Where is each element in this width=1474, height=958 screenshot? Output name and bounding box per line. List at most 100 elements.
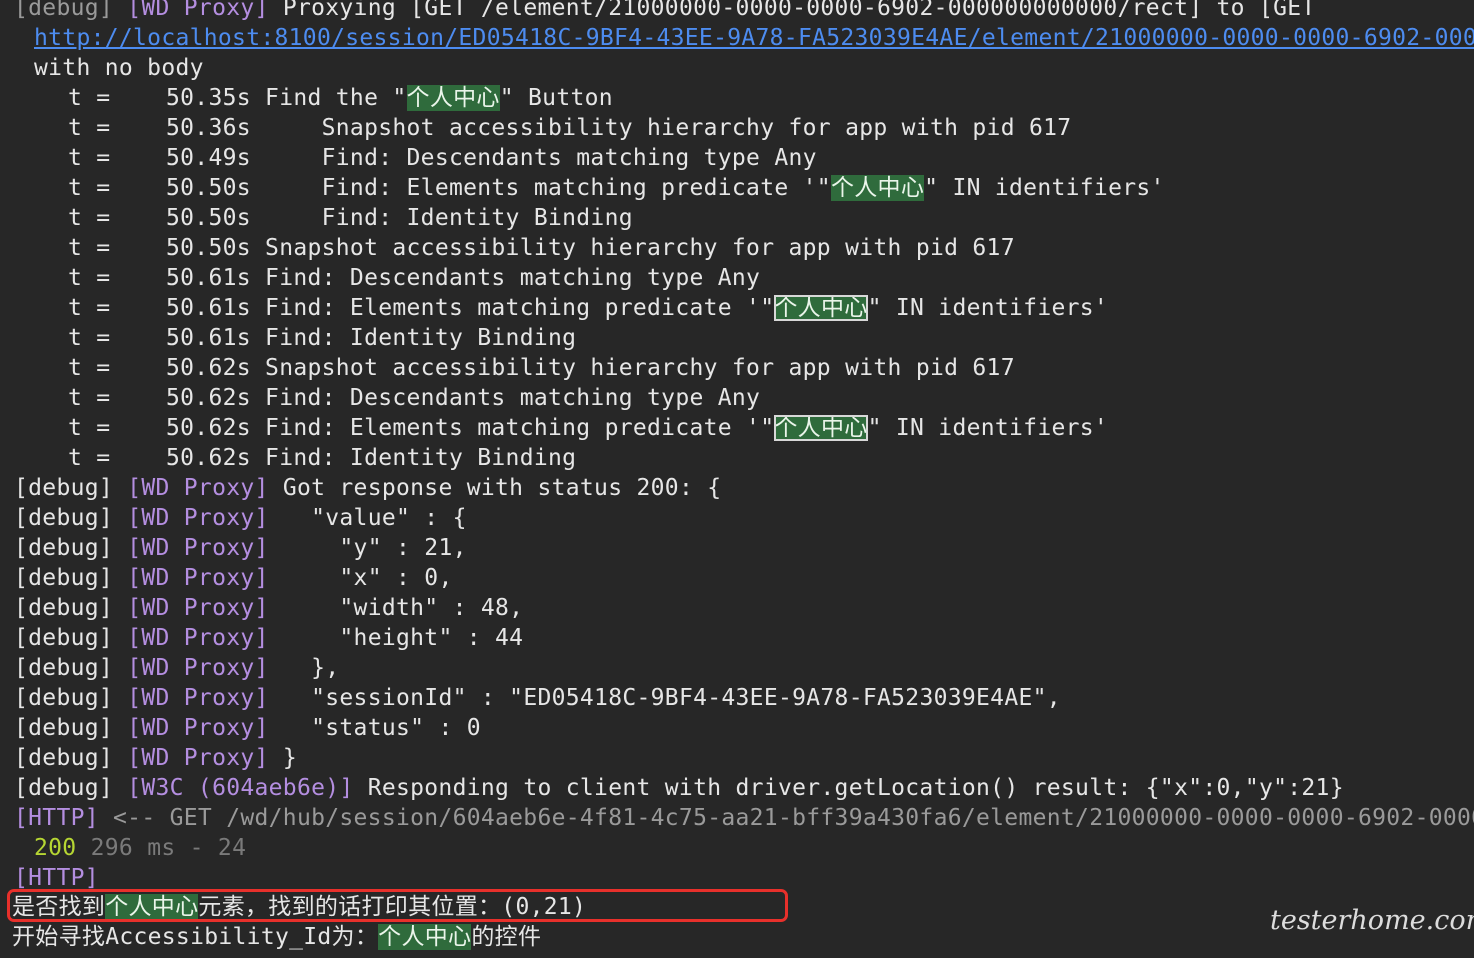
trace-line: t = 50.62s Snapshot accessibility hierarc…	[68, 353, 1015, 383]
trace-label: t =	[68, 115, 111, 141]
trace-text: Find: Descendants matching type Any	[265, 385, 761, 411]
trace-spacer	[251, 385, 265, 411]
log-line-http-tag: [HTTP]	[14, 863, 99, 893]
trace-text-suffix: " IN identifiers'	[867, 295, 1109, 321]
trace-spacer	[251, 355, 265, 381]
trace-time: 50.62s	[166, 445, 251, 471]
response-line: [debug] [WD Proxy] }	[14, 743, 297, 773]
w3c-response-text: Responding to client with driver.getLoca…	[353, 775, 1344, 801]
response-text: },	[268, 655, 340, 681]
response-line: [debug] [WD Proxy] "x" : 0,	[14, 563, 453, 593]
trace-text: Find: Identity Binding	[321, 205, 633, 231]
wd-proxy-tag: [WD Proxy]	[127, 745, 269, 771]
trace-label: t =	[68, 355, 111, 381]
response-line: [debug] [WD Proxy] "value" : {	[14, 503, 467, 533]
trace-highlight: 个人中心	[774, 415, 868, 441]
trace-label: t =	[68, 235, 111, 261]
trace-spacer	[251, 445, 265, 471]
result-highlight: 个人中心	[105, 894, 199, 920]
trace-time: 50.61s	[166, 265, 251, 291]
debug-tag: [debug]	[14, 625, 114, 651]
http-request-text: <-- GET /wd/hub/session/604aeb6e-4f81-4c…	[113, 805, 1474, 831]
trace-line: t = 50.50s Snapshot accessibility hierarc…	[68, 233, 1015, 263]
trace-spacer	[251, 205, 322, 231]
trace-time: 50.62s	[166, 415, 251, 441]
http-status-code: 200	[34, 835, 77, 861]
wd-proxy-tag: [WD Proxy]	[127, 0, 269, 21]
next-suffix: 的控件	[471, 924, 542, 950]
response-text: "y" : 21,	[268, 535, 467, 561]
trace-text: Snapshot accessibility hierarchy for app…	[321, 115, 1072, 141]
http-tag: [HTTP]	[14, 865, 99, 891]
trace-line: t = 50.61s Find: Descendants matching typ…	[68, 263, 760, 293]
wd-proxy-tag: [WD Proxy]	[127, 655, 269, 681]
response-line: [debug] [WD Proxy] "sessionId" : "ED0541…	[14, 683, 1061, 713]
proxy-url-link[interactable]: http://localhost:8100/session/ED05418C-9…	[34, 25, 1474, 51]
trace-spacer	[251, 235, 265, 261]
debug-tag: [debug]	[14, 715, 114, 741]
trace-label: t =	[68, 325, 111, 351]
trace-label: t =	[68, 145, 111, 171]
trace-time: 50.50s	[166, 205, 251, 231]
debug-tag: [debug]	[14, 475, 114, 501]
trace-line: t = 50.49s Find: Descendants matching typ…	[68, 143, 817, 173]
response-text: "x" : 0,	[268, 565, 453, 591]
debug-tag: [debug]	[14, 745, 114, 771]
trace-time: 50.50s	[166, 175, 251, 201]
debug-tag: [debug]	[14, 595, 114, 621]
trace-time: 50.35s	[166, 85, 251, 111]
debug-tag: [debug]	[14, 775, 114, 801]
trace-text: Find: Descendants matching type Any	[321, 145, 817, 171]
trace-highlight: 个人中心	[774, 295, 868, 321]
testerhome-watermark: testerhome.com	[1270, 905, 1474, 936]
response-line: [debug] [WD Proxy] "height" : 44	[14, 623, 523, 653]
trace-text: Find: Elements matching predicate '"	[265, 295, 775, 321]
trace-line: t = 50.62s Find: Elements matching predic…	[68, 413, 1108, 443]
trace-time: 50.61s	[166, 295, 251, 321]
trace-label: t =	[68, 415, 111, 441]
wd-proxy-tag: [WD Proxy]	[127, 715, 269, 741]
wd-proxy-tag: [WD Proxy]	[127, 595, 269, 621]
trace-text-suffix: " IN identifiers'	[924, 175, 1165, 201]
debug-tag: [debug]	[14, 0, 128, 21]
trace-text: Snapshot accessibility hierarchy for app…	[265, 355, 1015, 381]
trace-label: t =	[68, 85, 111, 111]
trace-spacer	[251, 415, 265, 441]
debug-tag: [debug]	[14, 655, 114, 681]
wd-proxy-tag: [WD Proxy]	[127, 625, 269, 651]
wd-proxy-tag: [WD Proxy]	[127, 565, 269, 591]
trace-text: Find the "	[265, 85, 407, 111]
proxy-request-text: Proxying [GET /element/21000000-0000-000…	[268, 0, 1316, 21]
trace-spacer	[251, 175, 322, 201]
trace-line: t = 50.35s Find the "个人中心" Button	[68, 83, 613, 113]
http-tag: [HTTP]	[14, 805, 99, 831]
trace-time: 50.62s	[166, 385, 251, 411]
wd-proxy-tag: [WD Proxy]	[127, 505, 269, 531]
trace-text: Snapshot accessibility hierarchy for app…	[265, 235, 1015, 261]
debug-tag: [debug]	[14, 505, 114, 531]
trace-line: t = 50.61s Find: Elements matching predic…	[68, 293, 1108, 323]
trace-label: t =	[68, 205, 111, 231]
wd-proxy-tag: [WD Proxy]	[127, 475, 269, 501]
trace-highlight: 个人中心	[830, 175, 925, 201]
trace-spacer	[251, 265, 265, 291]
trace-text-suffix: " IN identifiers'	[867, 415, 1109, 441]
log-line-result: 是否找到个人中心元素，找到的话打印其位置：(0,21)	[12, 892, 586, 922]
trace-time: 50.49s	[166, 145, 251, 171]
response-line: [debug] [WD Proxy] "width" : 48,	[14, 593, 523, 623]
trace-label: t =	[68, 175, 111, 201]
w3c-tag: [W3C (604aeb6e)]	[127, 775, 354, 801]
log-line-proxying: [debug] [WD Proxy] Proxying [GET /elemen…	[14, 0, 1316, 23]
terminal-window: [debug] [WD Proxy] Proxying [GET /elemen…	[0, 0, 1474, 958]
log-line-w3c: [debug] [W3C (604aeb6e)] Responding to c…	[14, 773, 1344, 803]
trace-spacer	[251, 115, 322, 141]
trace-spacer	[251, 295, 265, 321]
result-prefix: 是否找到	[12, 894, 106, 920]
log-line-http-status: 200 296 ms - 24	[34, 833, 246, 863]
log-line-next-search: 开始寻找Accessibility_Id为：个人中心的控件	[12, 922, 541, 952]
trace-label: t =	[68, 445, 111, 471]
trace-line: t = 50.50s Find: Elements matching predic…	[68, 173, 1165, 203]
response-text: Got response with status 200: {	[268, 475, 722, 501]
http-timing: 296 ms - 24	[76, 835, 247, 861]
trace-label: t =	[68, 295, 111, 321]
